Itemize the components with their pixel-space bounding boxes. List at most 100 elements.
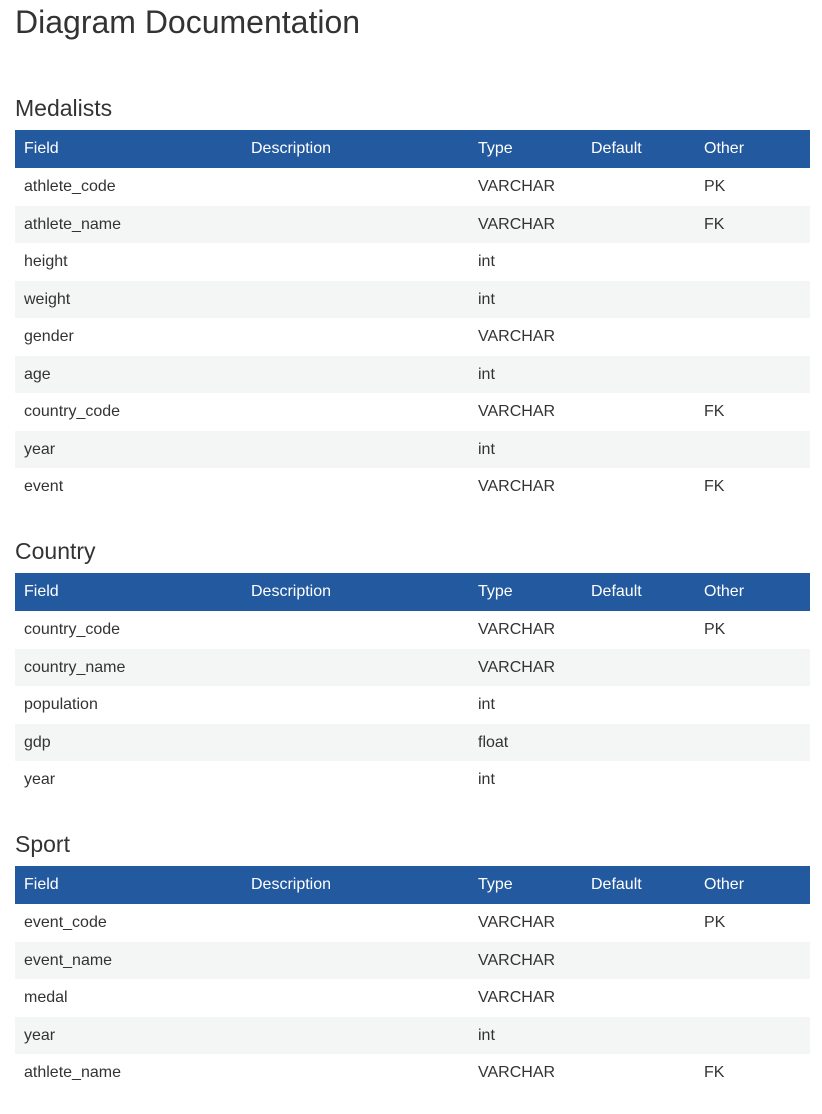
other-cell xyxy=(695,723,810,761)
field-cell: year xyxy=(24,771,56,788)
field-cell: athlete_name xyxy=(15,205,242,243)
description-cell xyxy=(242,723,469,761)
table-row: event_name VARCHAR xyxy=(15,941,810,979)
other-cell xyxy=(695,355,810,393)
section-title: Sport xyxy=(15,831,70,857)
default-cell xyxy=(582,979,695,1017)
field-cell: age xyxy=(15,355,242,393)
other-cell xyxy=(695,243,810,281)
description-cell xyxy=(242,243,469,281)
default-cell xyxy=(582,1016,695,1054)
column-header-field: Field xyxy=(15,573,242,611)
default-cell xyxy=(582,205,695,243)
other-cell xyxy=(695,280,810,318)
description-cell xyxy=(242,686,469,724)
description-cell xyxy=(242,168,469,206)
type-cell: VARCHAR xyxy=(469,648,582,686)
table-row: age int xyxy=(15,355,810,393)
table-row: country_code VARCHAR FK xyxy=(15,393,810,431)
description-cell xyxy=(242,1054,469,1092)
type-cell: VARCHAR xyxy=(478,478,556,495)
type-cell: VARCHAR xyxy=(478,328,556,345)
other-cell: PK xyxy=(704,178,726,195)
type-cell: VARCHAR xyxy=(478,989,556,1006)
other-cell: PK xyxy=(704,621,726,638)
field-cell: country_code xyxy=(24,403,121,420)
type-cell: VARCHAR xyxy=(478,178,556,195)
description-cell xyxy=(242,1016,469,1054)
description-cell xyxy=(242,904,469,942)
description-cell xyxy=(242,761,469,799)
section-title: Medalists xyxy=(15,95,113,121)
column-header-type: Type xyxy=(469,130,582,168)
section-country: Country Field Description Type Default Other c… xyxy=(15,537,810,799)
description-cell xyxy=(242,280,469,318)
column-header-type: Type xyxy=(469,573,582,611)
field-cell: country_name xyxy=(15,648,242,686)
type-cell: int xyxy=(478,771,495,788)
default-cell xyxy=(582,941,695,979)
field-cell: athlete_name xyxy=(24,1064,121,1081)
schema-table: Field Description Type Default Other country_… xyxy=(15,573,810,799)
description-cell xyxy=(242,648,469,686)
section-medalists: Medalists Field Description Type Default Othe… xyxy=(15,94,810,506)
type-cell: int xyxy=(469,355,582,393)
table-header-row: Field Description Type Default Other xyxy=(15,573,810,611)
other-cell xyxy=(695,686,810,724)
table-row: country_name VARCHAR xyxy=(15,648,810,686)
column-header-description: Description xyxy=(242,866,469,904)
other-cell: FK xyxy=(704,1064,725,1081)
type-cell: int xyxy=(478,696,495,713)
field-cell: year xyxy=(15,430,242,468)
column-header-default: Default xyxy=(582,573,695,611)
type-cell: VARCHAR xyxy=(478,403,556,420)
table-header-row: Field Description Type Default Other xyxy=(15,866,810,904)
description-cell xyxy=(242,941,469,979)
description-cell xyxy=(242,393,469,431)
default-cell xyxy=(582,611,695,649)
section-sport: Sport Field Description Type Default Other eve… xyxy=(15,830,810,1092)
field-cell: height xyxy=(24,253,68,270)
field-cell: gdp xyxy=(15,723,242,761)
field-cell: weight xyxy=(15,280,242,318)
type-cell: VARCHAR xyxy=(469,205,582,243)
description-cell xyxy=(242,979,469,1017)
type-cell: VARCHAR xyxy=(478,914,556,931)
column-header-description: Description xyxy=(242,573,469,611)
type-cell: int xyxy=(469,430,582,468)
description-cell xyxy=(242,355,469,393)
page-title: Diagram Documentation xyxy=(15,4,361,40)
default-cell xyxy=(582,648,695,686)
description-cell xyxy=(242,205,469,243)
field-cell: event xyxy=(24,478,64,495)
section-title: Country xyxy=(15,538,96,564)
field-cell: gender xyxy=(24,328,74,345)
table-row: event VARCHAR FK xyxy=(15,468,810,506)
default-cell xyxy=(582,1054,695,1092)
table-row: event_code VARCHAR PK xyxy=(15,904,810,942)
other-cell xyxy=(695,1016,810,1054)
schema-table: Field Description Type Default Other athlete_… xyxy=(15,130,810,506)
other-cell xyxy=(695,941,810,979)
column-header-field: Field xyxy=(15,130,242,168)
table-row: athlete_name VARCHAR FK xyxy=(15,1054,810,1092)
field-cell: event_code xyxy=(24,914,107,931)
default-cell xyxy=(582,468,695,506)
table-row: country_code VARCHAR PK xyxy=(15,611,810,649)
default-cell xyxy=(582,723,695,761)
column-header-field: Field xyxy=(15,866,242,904)
column-header-other: Other xyxy=(695,866,810,904)
other-cell xyxy=(695,648,810,686)
column-header-type: Type xyxy=(469,866,582,904)
table-row: athlete_name VARCHAR FK xyxy=(15,205,810,243)
type-cell: float xyxy=(469,723,582,761)
table-row: population int xyxy=(15,686,810,724)
description-cell xyxy=(242,318,469,356)
column-header-other: Other xyxy=(695,573,810,611)
other-cell: FK xyxy=(695,205,810,243)
table-row: year int xyxy=(15,761,810,799)
table-row: athlete_code VARCHAR PK xyxy=(15,168,810,206)
default-cell xyxy=(582,355,695,393)
table-header-row: Field Description Type Default Other xyxy=(15,130,810,168)
column-header-default: Default xyxy=(582,866,695,904)
